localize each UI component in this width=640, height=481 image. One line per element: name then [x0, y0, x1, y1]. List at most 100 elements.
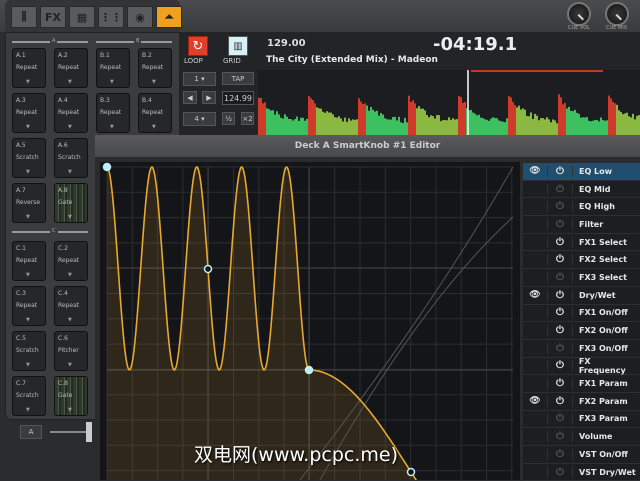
param-row[interactable]: ⏻ FX2 On/Off [523, 322, 640, 340]
beats-select[interactable]: 4 ▾ [183, 112, 216, 126]
dropdown-arrow-icon[interactable]: ▼ [26, 362, 30, 368]
power-icon[interactable]: ⏻ [547, 325, 573, 336]
power-icon[interactable]: ⏻ [547, 166, 573, 177]
slider-handle[interactable] [86, 422, 92, 442]
fx-pad-b-1[interactable]: B.1 Repeat ▼ [96, 48, 130, 88]
fx-pad-a-6[interactable]: A.6 Scratch ▼ [54, 138, 88, 178]
param-row[interactable]: ⏻ FX Frequency [523, 358, 640, 376]
param-row[interactable]: ⏻ FX2 Select [523, 251, 640, 269]
dropdown-arrow-icon[interactable]: ▼ [68, 214, 72, 220]
dropdown-arrow-icon[interactable]: ▼ [110, 79, 114, 85]
power-icon[interactable]: ⏻ [547, 254, 573, 265]
param-row[interactable]: ⏻ Volume [523, 428, 640, 446]
param-row[interactable]: ⏻ EQ High [523, 198, 640, 216]
dropdown-arrow-icon[interactable]: ▼ [26, 407, 30, 413]
power-icon[interactable]: ⏻ [547, 290, 573, 301]
eye-icon[interactable]: 👁 [523, 166, 547, 176]
param-row[interactable]: ⏻ Filter [523, 216, 640, 234]
param-row[interactable]: 👁 ⏻ FX2 Param [523, 393, 640, 411]
fx-pad-c-6[interactable]: C.6 Pitcher ▼ [54, 331, 88, 371]
power-icon[interactable]: ⏻ [547, 307, 573, 318]
fx-pad-a-5[interactable]: A.5 Scratch ▼ [12, 138, 46, 178]
param-row[interactable]: ⏻ FX3 On/Off [523, 340, 640, 358]
loop-button[interactable]: ↻ [188, 36, 208, 56]
power-icon[interactable]: ⏻ [547, 431, 573, 442]
knob-cue-mix[interactable] [605, 2, 629, 26]
waveform[interactable] [258, 70, 640, 135]
half-bpm-button[interactable]: ½ [222, 112, 235, 125]
dropdown-arrow-icon[interactable]: ▼ [26, 79, 30, 85]
dropdown-arrow-icon[interactable]: ▼ [26, 124, 30, 130]
dropdown-arrow-icon[interactable]: ▼ [68, 79, 72, 85]
tap-button[interactable]: TAP [222, 72, 254, 85]
param-row[interactable]: 👁 ⏻ EQ Low [523, 163, 640, 181]
fx-pad-b-2[interactable]: B.2 Repeat ▼ [138, 48, 172, 88]
grid-button[interactable]: ▥ [228, 36, 248, 56]
dropdown-arrow-icon[interactable]: ▼ [68, 362, 72, 368]
param-row[interactable]: ⏻ VST Dry/Wet [523, 464, 640, 481]
dropdown-arrow-icon[interactable]: ▼ [110, 124, 114, 130]
dropdown-arrow-icon[interactable]: ▼ [26, 169, 30, 175]
fx-pad-b-4[interactable]: B.4 Repeat ▼ [138, 93, 172, 133]
param-row[interactable]: ⏻ VST On/Off [523, 446, 640, 464]
fx-pad-c-3[interactable]: C.3 Repeat ▼ [12, 286, 46, 326]
param-row[interactable]: ⏻ FX1 Param [523, 375, 640, 393]
curve-editor[interactable] [100, 162, 520, 480]
loop-size-select[interactable]: 1 ▾ [183, 72, 216, 86]
fx-pad-b-3[interactable]: B.3 Repeat ▼ [96, 93, 130, 133]
fx-pad-a-8[interactable]: A.8 Gate ▼ [54, 183, 88, 223]
tab-smartknob-curve[interactable]: ⏶ [156, 6, 182, 28]
fx-pad-a-1[interactable]: A.1 Repeat ▼ [12, 48, 46, 88]
loop-forward-button[interactable]: ▶ [202, 91, 216, 104]
dropdown-arrow-icon[interactable]: ▼ [68, 317, 72, 323]
power-icon[interactable]: ⏻ [547, 343, 573, 354]
param-row[interactable]: 👁 ⏻ Dry/Wet [523, 287, 640, 305]
power-icon[interactable]: ⏻ [547, 219, 573, 230]
dropdown-arrow-icon[interactable]: ▼ [26, 272, 30, 278]
dropdown-arrow-icon[interactable]: ▼ [152, 79, 156, 85]
dropdown-arrow-icon[interactable]: ▼ [26, 214, 30, 220]
dropdown-arrow-icon[interactable]: ▼ [152, 124, 156, 130]
eye-icon[interactable]: 👁 [523, 290, 547, 300]
param-row[interactable]: ⏻ FX1 On/Off [523, 305, 640, 323]
loop-back-button[interactable]: ◀ [183, 91, 197, 104]
fx-pad-c-4[interactable]: C.4 Repeat ▼ [54, 286, 88, 326]
dropdown-arrow-icon[interactable]: ▼ [68, 272, 72, 278]
double-bpm-button[interactable]: ×2 [241, 112, 254, 125]
power-icon[interactable]: ⏻ [547, 396, 573, 407]
dropdown-arrow-icon[interactable]: ▼ [26, 317, 30, 323]
fx-pad-c-7[interactable]: C.7 Scratch ▼ [12, 376, 46, 416]
knob-cue-vol[interactable] [567, 2, 591, 26]
fx-pad-a-7[interactable]: A.7 Reverse ▼ [12, 183, 46, 223]
fx-pad-a-4[interactable]: A.4 Repeat ▼ [54, 93, 88, 133]
power-icon[interactable]: ⏻ [547, 449, 573, 460]
power-icon[interactable]: ⏻ [547, 413, 573, 424]
power-icon[interactable]: ⏻ [547, 360, 573, 371]
dropdown-arrow-icon[interactable]: ▼ [68, 407, 72, 413]
param-row[interactable]: ⏻ FX3 Param [523, 411, 640, 429]
fx-pad-a-3[interactable]: A.3 Repeat ▼ [12, 93, 46, 133]
deck-select-button[interactable]: A [20, 425, 42, 439]
param-row[interactable]: ⏻ FX3 Select [523, 269, 640, 287]
power-icon[interactable]: ⏻ [547, 467, 573, 478]
dropdown-arrow-icon[interactable]: ▼ [68, 169, 72, 175]
power-icon[interactable]: ⏻ [547, 378, 573, 389]
power-icon[interactable]: ⏻ [547, 237, 573, 248]
bpm-field[interactable]: 124.99 [222, 91, 254, 105]
power-icon[interactable]: ⏻ [547, 184, 573, 195]
eye-icon[interactable]: 👁 [523, 396, 547, 406]
power-icon[interactable]: ⏻ [547, 272, 573, 283]
power-icon[interactable]: ⏻ [547, 201, 573, 212]
tab-fx[interactable]: FX [40, 6, 66, 28]
fx-pad-c-5[interactable]: C.5 Scratch ▼ [12, 331, 46, 371]
tab-eq[interactable]: ⋮⋮ [98, 6, 124, 28]
fx-pad-a-2[interactable]: A.2 Repeat ▼ [54, 48, 88, 88]
param-row[interactable]: ⏻ EQ Mid [523, 181, 640, 199]
tab-sampler[interactable]: ▦ [69, 6, 95, 28]
dropdown-arrow-icon[interactable]: ▼ [68, 124, 72, 130]
crossfader-slider[interactable] [50, 431, 90, 433]
fx-pad-c-8[interactable]: C.8 Gate ▼ [54, 376, 88, 416]
param-row[interactable]: ⏻ FX1 Select [523, 234, 640, 252]
tab-video[interactable]: ◉ [127, 6, 153, 28]
fx-pad-c-2[interactable]: C.2 Repeat ▼ [54, 241, 88, 281]
